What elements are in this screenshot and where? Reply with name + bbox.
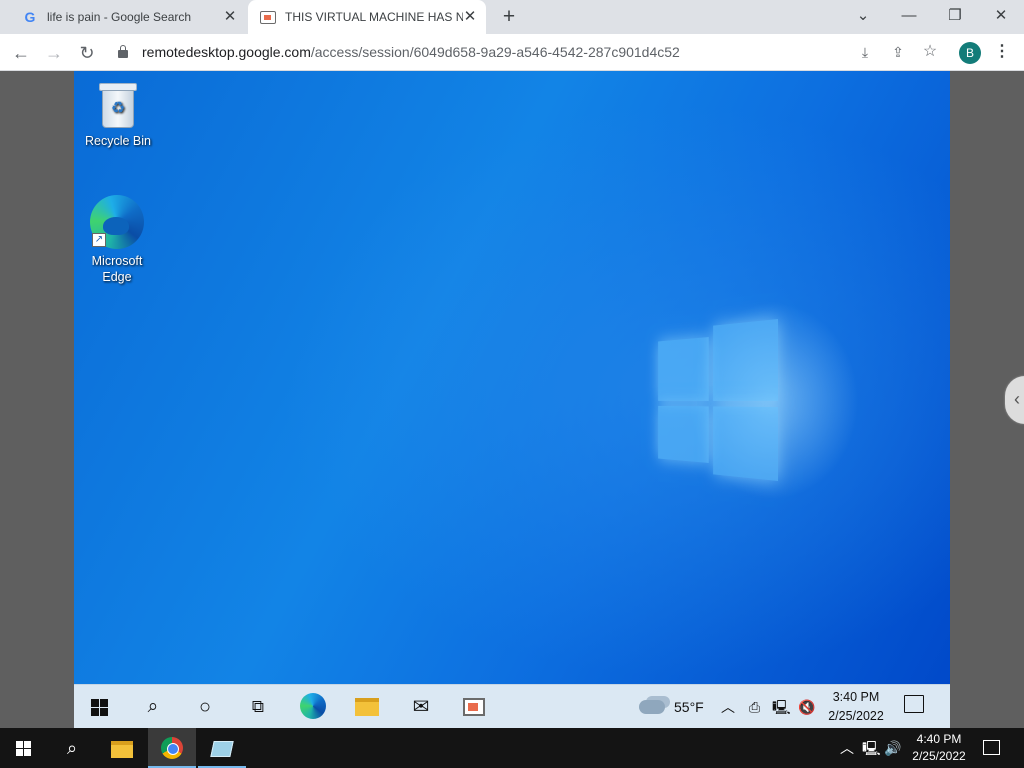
- browser-tab-bar: G life is pain - Google Search ✕ THIS VI…: [0, 0, 1024, 34]
- desktop-icon-edge[interactable]: ↗ Microsoft Edge: [77, 195, 157, 285]
- remote-desktop-icon[interactable]: [198, 728, 246, 768]
- profile-avatar[interactable]: B: [959, 42, 981, 64]
- desktop-icon-recycle-bin[interactable]: ♻ Recycle Bin: [78, 79, 158, 149]
- shortcut-arrow-icon: ↗: [92, 233, 106, 247]
- tab-title: THIS VIRTUAL MACHINE HAS NC: [285, 10, 463, 24]
- remote-clock[interactable]: 3:40 PM 2/25/2022: [820, 688, 892, 726]
- desktop-icon-label: Recycle Bin: [85, 134, 151, 148]
- close-icon[interactable]: ✕: [462, 9, 478, 25]
- url-host: remotedesktop.google.com: [142, 44, 311, 60]
- address-bar[interactable]: remotedesktop.google.com/access/session/…: [106, 38, 946, 67]
- recycle-bin-icon: ♻: [99, 83, 137, 129]
- task-view-icon[interactable]: ⧉: [244, 693, 272, 721]
- close-icon[interactable]: ✕: [222, 9, 238, 25]
- bookmark-star-icon[interactable]: ☆: [920, 42, 940, 62]
- local-date: 2/25/2022: [912, 749, 966, 763]
- tab-search-button[interactable]: ⌄: [851, 5, 875, 27]
- reload-icon[interactable]: ↻: [75, 41, 99, 65]
- network-icon[interactable]: 🖳: [772, 696, 791, 718]
- cortana-icon[interactable]: ○: [191, 693, 219, 721]
- notification-icon[interactable]: [983, 740, 1000, 755]
- chevron-up-icon[interactable]: ︿: [840, 728, 854, 768]
- weather-temp: 55°F: [674, 699, 704, 715]
- search-icon[interactable]: ⌕: [48, 728, 96, 768]
- url-path: /access/session/6049d658-9a29-a546-4542-…: [310, 44, 680, 60]
- lock-icon[interactable]: [118, 45, 128, 58]
- minimize-button[interactable]: —: [897, 5, 921, 27]
- desktop-icon-label: Microsoft Edge: [91, 254, 143, 284]
- url-text[interactable]: remotedesktop.google.com/access/session/…: [142, 44, 680, 60]
- remote-desktop-screen[interactable]: ♻ Recycle Bin ↗ Microsoft Edge ⌕ ○ ⧉ ✉ 5…: [74, 71, 950, 728]
- browser-toolbar: ← → ↻ remotedesktop.google.com/access/se…: [0, 34, 1024, 71]
- meet-now-icon[interactable]: ⎙: [749, 696, 760, 718]
- chevron-up-icon[interactable]: ︿: [721, 696, 735, 718]
- remote-date: 2/25/2022: [828, 709, 884, 723]
- mail-icon[interactable]: ✉: [407, 693, 435, 721]
- restore-button[interactable]: ❐: [943, 5, 967, 27]
- cloud-icon: [639, 700, 665, 714]
- close-window-button[interactable]: ✕: [989, 5, 1013, 27]
- remote-desktop-icon: [260, 10, 276, 24]
- notification-icon[interactable]: [904, 695, 924, 713]
- network-icon[interactable]: 🖳: [862, 728, 881, 768]
- google-g-icon: G: [24, 9, 36, 25]
- edge-icon[interactable]: [299, 693, 327, 721]
- back-arrow-icon[interactable]: ←: [9, 41, 33, 65]
- local-time: 4:40 PM: [916, 732, 962, 746]
- volume-muted-icon[interactable]: 🔇: [798, 696, 815, 718]
- forward-arrow-icon[interactable]: →: [42, 41, 66, 65]
- new-tab-button[interactable]: +: [498, 6, 520, 28]
- volume-icon[interactable]: 🔊: [884, 728, 901, 768]
- remote-time: 3:40 PM: [832, 690, 880, 704]
- page-content: ♻ Recycle Bin ↗ Microsoft Edge ⌕ ○ ⧉ ✉ 5…: [0, 71, 1024, 728]
- weather-widget[interactable]: 55°F: [639, 696, 704, 718]
- local-clock[interactable]: 4:40 PM 2/25/2022: [904, 731, 974, 765]
- file-explorer-icon[interactable]: [98, 728, 146, 768]
- chrome-icon[interactable]: [148, 728, 196, 768]
- chevron-left-icon: ‹: [1014, 389, 1020, 409]
- share-icon[interactable]: ⇪: [888, 42, 908, 62]
- tab-remote-session[interactable]: THIS VIRTUAL MACHINE HAS NC ✕: [248, 0, 486, 34]
- remote-taskbar: ⌕ ○ ⧉ ✉ 55°F ︿ ⎙ 🖳 🔇 3:40 PM 2/25/2022: [74, 684, 950, 728]
- start-icon[interactable]: [16, 741, 32, 756]
- windows-logo-wallpaper: [658, 319, 778, 481]
- tab-google-search[interactable]: G life is pain - Google Search ✕: [10, 0, 246, 34]
- local-taskbar: ⌕ ︿ 🖳 🔊 4:40 PM 2/25/2022: [0, 728, 1024, 768]
- start-icon[interactable]: [91, 699, 109, 716]
- install-app-icon[interactable]: ⤓: [855, 42, 875, 62]
- session-options-handle[interactable]: ‹: [1005, 376, 1024, 424]
- remote-desktop-icon[interactable]: [460, 693, 488, 721]
- more-menu-icon[interactable]: ⋮: [994, 42, 1010, 64]
- tab-title: life is pain - Google Search: [47, 10, 192, 24]
- search-icon[interactable]: ⌕: [139, 693, 167, 721]
- file-explorer-icon[interactable]: [353, 693, 381, 721]
